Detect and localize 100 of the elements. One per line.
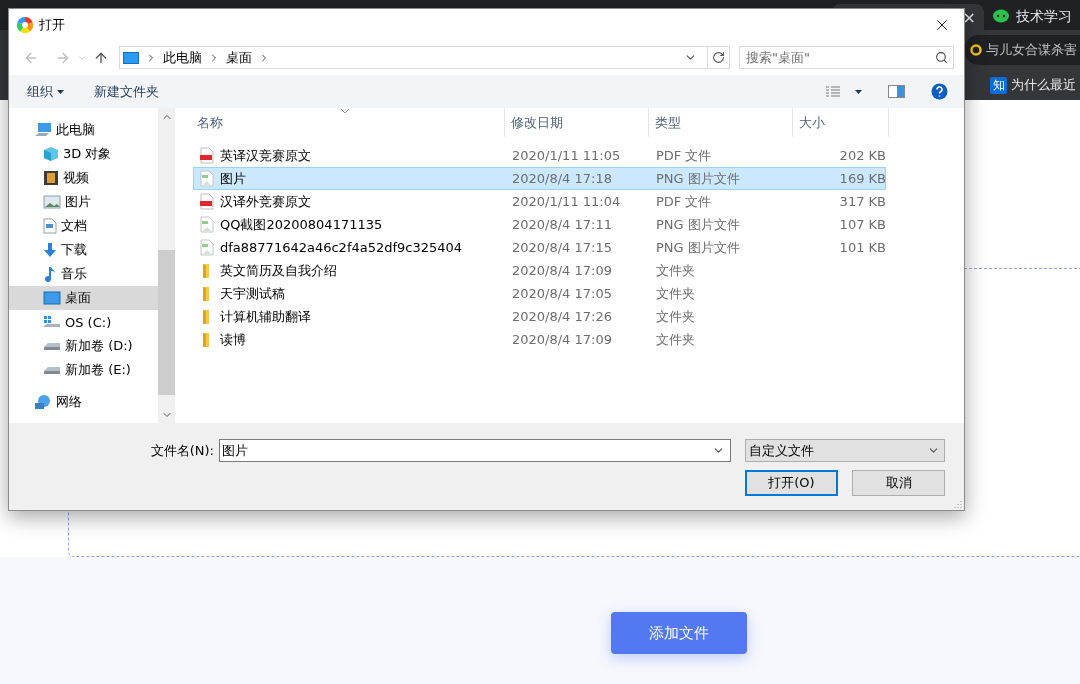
nav-item-label: 下载	[61, 241, 87, 259]
file-row[interactable]: 英文简历及自我介绍 2020/8/4 17:09 文件夹	[193, 259, 886, 282]
music-note-icon	[43, 266, 57, 282]
cube-icon	[43, 146, 59, 162]
organize-menu[interactable]: 组织	[27, 82, 64, 101]
preview-pane-icon[interactable]	[888, 85, 905, 98]
bookmark-favicon: 知	[990, 76, 1007, 94]
file-date: 2020/8/4 17:15	[511, 240, 613, 255]
download-arrow-icon	[43, 242, 57, 258]
nav-item-label: 音乐	[61, 265, 87, 283]
refresh-icon	[712, 51, 725, 64]
pdf-file-icon	[199, 193, 215, 210]
file-row[interactable]: QQ截图20200804171135 2020/8/4 17:11 PNG 图片文件 107 KB	[193, 213, 886, 236]
nav-item[interactable]: 图片	[9, 190, 158, 214]
image-file-icon	[199, 216, 215, 233]
file-name: 英文简历及自我介绍	[220, 261, 337, 280]
file-type: 文件夹	[655, 284, 696, 303]
film-icon	[43, 170, 59, 186]
monitor-icon	[123, 51, 139, 64]
bookmark-link[interactable]: 为什么最近	[1011, 76, 1076, 94]
nav-item[interactable]: 新加卷 (E:)	[9, 358, 158, 382]
scrollbar-thumb[interactable]	[158, 250, 175, 395]
file-type: 文件夹	[655, 330, 696, 349]
landscape-icon	[43, 195, 61, 209]
address-bar[interactable]: 与儿女合谋杀害	[964, 35, 1080, 65]
file-name: QQ截图20200804171135	[220, 215, 383, 234]
column-header[interactable]: 类型	[649, 108, 793, 137]
file-type: PNG 图片文件	[655, 215, 741, 234]
file-type-select[interactable]: 自定义文件	[745, 439, 945, 462]
search-engine-icon	[970, 44, 982, 56]
network-icon	[34, 394, 52, 410]
nav-item[interactable]: 音乐	[9, 262, 158, 286]
nav-item[interactable]: OS (C:)	[9, 310, 158, 334]
nav-item-label: 新加卷 (E:)	[65, 361, 131, 379]
nav-item[interactable]: 视频	[9, 166, 158, 190]
breadcrumb[interactable]: 桌面	[226, 48, 252, 67]
computer-icon	[34, 122, 52, 138]
browser-tab[interactable]: 技术学习	[984, 4, 1080, 30]
breadcrumb[interactable]: 此电脑	[163, 48, 202, 67]
column-header[interactable]: 修改日期	[505, 108, 649, 137]
file-date: 2020/8/4 17:09	[511, 263, 613, 278]
tab-close-button[interactable]: ×	[962, 7, 976, 27]
search-icon	[935, 51, 948, 64]
drive-icon	[43, 315, 61, 329]
nav-item-label: 新加卷 (D:)	[65, 337, 133, 355]
caret-icon[interactable]	[855, 89, 862, 94]
column-header[interactable]: 名称	[193, 108, 505, 137]
file-type: 文件夹	[655, 261, 696, 280]
file-size: 202 KB	[838, 148, 887, 163]
file-row[interactable]: 英译汉竞赛原文 2020/1/11 11:05 PDF 文件 202 KB	[193, 144, 886, 167]
file-row[interactable]: 汉译外竞赛原文 2020/1/11 11:04 PDF 文件 317 KB	[193, 190, 886, 213]
nav-item[interactable]: 网络	[9, 390, 158, 414]
drive-icon	[43, 341, 61, 351]
file-size: 101 KB	[838, 240, 887, 255]
nav-item[interactable]: 下载	[9, 238, 158, 262]
file-date: 2020/8/4 17:18	[511, 171, 613, 186]
document-icon	[43, 218, 57, 234]
open-button[interactable]: 打开(O)	[745, 470, 838, 496]
address-text: 与儿女合谋杀害	[986, 41, 1077, 59]
nav-item-label: 文档	[61, 217, 87, 235]
file-row[interactable]: 天宇测试稿 2020/8/4 17:05 文件夹	[193, 282, 886, 305]
file-name-field[interactable]: 图片	[219, 439, 731, 462]
file-row[interactable]: 读博 2020/8/4 17:09 文件夹	[193, 328, 886, 351]
image-file-icon	[199, 239, 215, 256]
file-date: 2020/8/4 17:11	[511, 217, 613, 232]
nav-item[interactable]: 桌面	[9, 286, 158, 310]
nav-item[interactable]: 新加卷 (D:)	[9, 334, 158, 358]
file-type: PDF 文件	[655, 192, 713, 211]
nav-item[interactable]: 3D 对象	[9, 142, 158, 166]
file-size: 169 KB	[838, 171, 887, 186]
nav-item-label: 图片	[65, 193, 91, 211]
file-size: 317 KB	[838, 194, 887, 209]
dialog-title: 打开	[39, 15, 65, 34]
file-size: 107 KB	[838, 217, 887, 232]
help-icon[interactable]	[931, 83, 948, 100]
monitor-icon	[43, 291, 61, 305]
view-options-icon[interactable]	[825, 84, 841, 99]
file-row[interactable]: 计算机辅助翻译 2020/8/4 17:26 文件夹	[193, 305, 886, 328]
file-name: 读博	[220, 330, 246, 349]
add-file-button[interactable]: 添加文件	[611, 612, 747, 654]
tab-title: 技术学习	[1016, 8, 1072, 26]
nav-item-label: OS (C:)	[65, 314, 112, 330]
image-file-icon	[199, 170, 215, 187]
column-header[interactable]: 大小	[793, 108, 889, 137]
file-row[interactable]: dfa88771642a46c2f4a52df9c325404 2020/8/4 17:15 PNG 图片文件 101 KB	[193, 236, 886, 259]
file-type: PDF 文件	[655, 146, 713, 165]
cancel-button[interactable]: 取消	[852, 470, 945, 496]
file-name: 图片	[220, 169, 246, 188]
caret-icon	[57, 89, 64, 94]
file-date: 2020/1/11 11:05	[511, 148, 622, 163]
pdf-file-icon	[199, 147, 215, 164]
nav-item[interactable]: 文档	[9, 214, 158, 238]
file-date: 2020/8/4 17:05	[511, 286, 613, 301]
file-date: 2020/8/4 17:26	[511, 309, 613, 324]
file-row[interactable]: 图片 2020/8/4 17:18 PNG 图片文件 169 KB	[193, 167, 886, 190]
new-folder-button[interactable]: 新建文件夹	[94, 82, 159, 101]
search-field[interactable]: 搜索"桌面"	[739, 46, 954, 69]
address-field[interactable]: 此电脑 桌面	[119, 46, 730, 69]
resize-grip-icon	[954, 500, 962, 508]
nav-item[interactable]: 此电脑	[9, 118, 158, 142]
